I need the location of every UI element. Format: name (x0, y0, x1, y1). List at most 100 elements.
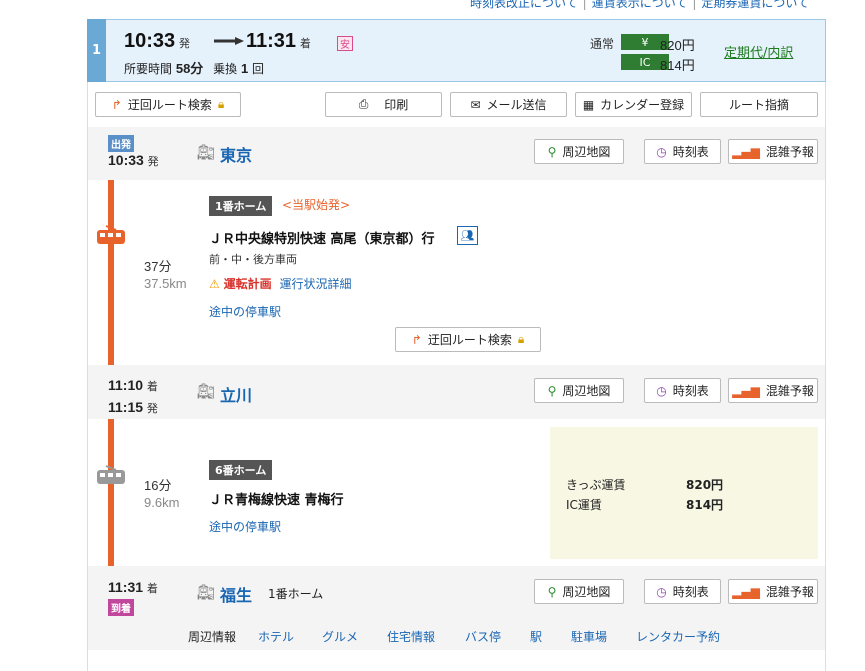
duration-seg2: 16分 (144, 478, 172, 493)
print-button[interactable]: ⎙ 印刷 (325, 92, 442, 117)
station-name-fussa[interactable]: 福生 (220, 582, 252, 606)
summary-depart-suffix: 発 (178, 37, 190, 50)
calendar-button[interactable]: ▦ カレンダー登録 (575, 92, 692, 117)
bar-chart-icon: ▂▄▆ (732, 584, 760, 599)
route-guide-button[interactable]: ルート指摘 (700, 92, 818, 117)
top-link-commuter-fare[interactable]: 定期券運賃について (701, 0, 809, 10)
segment-detour-label: 迂回ルート検索 (427, 333, 512, 347)
lock-icon: 🔒︎ (217, 97, 225, 111)
clock-icon: ◷ (656, 383, 667, 398)
detour-icon: ↱ (411, 332, 422, 347)
transfer-label: 乗換 (213, 62, 238, 76)
tachikawa-congestion-button[interactable]: ▂▄▆ 混雑予報 (728, 378, 818, 403)
fussa-platform: 1番ホーム (268, 587, 324, 601)
tachikawa-depart-block: 11:15 発 (108, 399, 158, 416)
clock-icon: ◷ (656, 144, 667, 159)
tachikawa-arrive-time: 11:10 (108, 377, 144, 393)
platform-badge-seg2: 6番ホーム (209, 460, 273, 480)
arrive-badge: 到着 (108, 599, 134, 616)
service-status: ⚠ 運転計画 運行状況詳細 (209, 275, 351, 292)
status-detail-link[interactable]: 運行状況詳細 (279, 277, 351, 291)
top-link-fare-display[interactable]: 運賃表示について (592, 0, 688, 10)
top-link-timetable-revision[interactable]: 時刻表改正について (470, 0, 578, 10)
nearby-parking[interactable]: 駐車場 (571, 628, 607, 645)
clock-icon: ◷ (656, 584, 667, 599)
nearby-housing[interactable]: 住宅情報 (387, 628, 435, 645)
fare-normal-amount: 820円 (660, 38, 695, 53)
stops-link-seg2[interactable]: 途中の停車駅 (209, 518, 281, 535)
fare-ic-amount: 814円 (660, 58, 695, 73)
tokyo-timetable-label: 時刻表 (672, 145, 709, 159)
station-name-tokyo[interactable]: 東京 (220, 142, 252, 166)
line-bar-ome (108, 419, 114, 566)
tachikawa-arrive-suffix: 着 (146, 380, 158, 393)
tachikawa-congestion-label: 混雑予報 (765, 384, 814, 398)
summary-sub: 所要時間 58分 乗換 1 回 (124, 58, 264, 77)
nearby-station[interactable]: 駅 (530, 628, 542, 645)
train-station-icon: 🚉︎ (196, 143, 216, 161)
bar-chart-icon: ▂▄▆ (732, 144, 760, 159)
detour-search-button[interactable]: ↱ 迂回ルート検索 🔒︎ (95, 92, 241, 117)
distance-seg1: 37.5km (144, 276, 187, 291)
printer-icon: ⎙ (358, 97, 369, 111)
station-name-tachikawa[interactable]: 立川 (220, 382, 252, 406)
calendar-icon: ▦ (582, 97, 595, 112)
tachikawa-depart-time: 11:15 (108, 399, 144, 415)
tachikawa-map-button[interactable]: ⚲ 周辺地図 (534, 378, 624, 403)
ticket-fare-label: きっぷ運賃 (566, 478, 626, 492)
nearby-bus-stop[interactable]: バス停 (465, 628, 501, 645)
tokyo-map-button[interactable]: ⚲ 周辺地図 (534, 139, 624, 164)
nearby-gourmet[interactable]: グルメ (322, 628, 358, 645)
summary-arrive-time: 11:31 (246, 30, 297, 52)
nearby-rental-car[interactable]: レンタカー予約 (636, 628, 720, 645)
train-icon-gray (97, 465, 125, 484)
fare-normal-label: 通常 (590, 37, 615, 51)
distance-seg2: 9.6km (144, 495, 180, 510)
summary-depart-time: 10:33 (124, 30, 176, 52)
mail-icon: ✉ (470, 97, 481, 112)
platform-badge-seg1: 1番ホーム (209, 196, 273, 216)
arrow-right-icon (214, 37, 244, 45)
fussa-arrive-block: 11:31 着 (108, 579, 158, 596)
tokyo-time-block: 10:33 発 (108, 152, 159, 169)
women-car-icon: 👥︎ (457, 226, 478, 245)
mail-button[interactable]: ✉ メール送信 (450, 92, 567, 117)
tachikawa-timetable-label: 時刻表 (672, 384, 709, 398)
tokyo-congestion-label: 混雑予報 (765, 145, 814, 159)
map-pin-icon: ⚲ (547, 144, 557, 159)
teiki-link[interactable]: 定期代/内訳 (724, 42, 793, 61)
fussa-map-button[interactable]: ⚲ 周辺地図 (534, 579, 624, 604)
transfer-unit: 回 (252, 62, 265, 76)
fussa-arrive-time: 11:31 (108, 579, 144, 595)
tokyo-timetable-button[interactable]: ◷ 時刻表 (644, 139, 721, 164)
tokyo-map-label: 周辺地図 (562, 145, 611, 159)
stops-link-seg1[interactable]: 途中の停車駅 (209, 303, 281, 320)
nearby-label: 周辺情報 (188, 630, 237, 644)
duration-value: 58分 (175, 61, 204, 76)
fare-box: きっぷ運賃 820円 IC運賃 814円 (550, 427, 818, 559)
lock-icon: 🔒︎ (517, 332, 525, 346)
detour-icon: ↱ (111, 97, 122, 112)
tachikawa-timetable-button[interactable]: ◷ 時刻表 (644, 378, 721, 403)
tokyo-depart-suffix: 発 (147, 155, 159, 168)
tokyo-congestion-button[interactable]: ▂▄▆ 混雑予報 (728, 139, 818, 164)
ic-fare-label: IC運賃 (566, 498, 602, 512)
segment-detour-button[interactable]: ↱ 迂回ルート検索 🔒︎ (395, 327, 541, 352)
summary-arrive: 11:31 着 (246, 30, 311, 53)
tachikawa-map-label: 周辺地図 (562, 384, 611, 398)
fussa-timetable-button[interactable]: ◷ 時刻表 (644, 579, 721, 604)
fussa-congestion-button[interactable]: ▂▄▆ 混雑予報 (728, 579, 818, 604)
ticket-fare-amount: 820円 (686, 478, 724, 492)
car-position: 前・中・後方車両 (209, 253, 297, 266)
tachikawa-arrive-block: 11:10 着 (108, 377, 158, 394)
nearby-hotel[interactable]: ホテル (258, 628, 294, 645)
train-station-icon: 🚉︎ (196, 382, 216, 400)
fussa-congestion-label: 混雑予報 (765, 585, 814, 599)
warning-text[interactable]: 運転計画 (224, 277, 272, 291)
mail-label: メール送信 (486, 98, 547, 112)
train-icon-orange (97, 225, 125, 244)
print-label: 印刷 (384, 98, 409, 112)
safe-badge: 安 (337, 36, 353, 51)
detour-search-label: 迂回ルート検索 (127, 98, 212, 112)
duration-label: 所要時間 (124, 62, 173, 76)
